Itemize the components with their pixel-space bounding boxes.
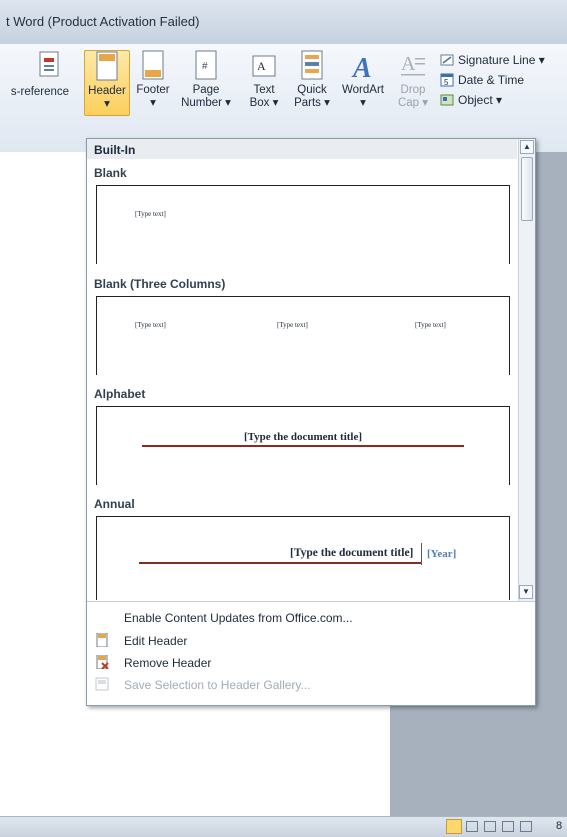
section-label: Blank (Three Columns)	[94, 277, 226, 291]
gallery-scrollbar[interactable]: ▲	[518, 139, 535, 601]
text-box-label-2: Box ▾	[249, 97, 279, 109]
outline-view-icon[interactable]	[502, 821, 514, 832]
svg-text:A: A	[257, 59, 266, 73]
footer-label: Footer	[136, 84, 170, 96]
svg-text:5: 5	[444, 78, 449, 87]
draft-view-icon[interactable]	[520, 821, 532, 832]
edit-header-item[interactable]: Edit Header	[124, 634, 187, 648]
svg-text:A: A	[401, 53, 416, 75]
web-layout-view-icon[interactable]	[484, 821, 496, 832]
date-time-label: Date & Time	[458, 73, 525, 87]
alphabet-rule	[142, 445, 464, 447]
quick-parts-label-2: Parts ▾	[294, 97, 330, 109]
header-label: Header	[88, 85, 126, 97]
placeholder-text: [Type text]	[415, 321, 446, 329]
zoom-level[interactable]: 8	[556, 820, 562, 832]
header-arrow: ▾	[104, 98, 110, 110]
header-option-blank[interactable]: [Type text]	[96, 185, 510, 264]
wordart-icon: A	[351, 50, 375, 84]
footer-icon	[141, 50, 165, 80]
placeholder-text: [Type the document title]	[290, 547, 414, 559]
print-layout-view-icon[interactable]	[446, 819, 462, 834]
wordart-label: WordArt	[342, 84, 384, 96]
header-button[interactable]: Header ▾	[84, 50, 130, 116]
cross-reference-label: s-reference	[10, 86, 70, 98]
built-in-heading: Built-In	[87, 139, 517, 159]
save-selection-icon	[95, 677, 109, 691]
placeholder-text: [Type text]	[135, 321, 166, 329]
header-gallery-dropdown: Built-In Blank [Type text] Blank (Three …	[86, 138, 536, 706]
drop-cap-label: Drop	[400, 84, 426, 96]
calendar-icon: 5	[440, 73, 454, 87]
drop-cap-icon: A	[401, 50, 425, 80]
footer-arrow: ▾	[150, 97, 156, 109]
window-title: t Word (Product Activation Failed)	[6, 14, 200, 29]
object-icon	[440, 93, 454, 107]
text-box-icon: A	[252, 50, 276, 80]
menu-separator	[87, 601, 535, 602]
header-option-alphabet[interactable]: [Type the document title]	[96, 406, 510, 485]
title-bar: t Word (Product Activation Failed)	[0, 0, 567, 44]
ribbon: s-reference Header ▾ Footer ▾ # Page Num…	[0, 44, 567, 153]
built-in-heading-text: Built-In	[94, 143, 136, 157]
section-label: Alphabet	[94, 387, 146, 401]
signature-line-label: Signature Line ▾	[458, 53, 545, 67]
placeholder-text: [Type text]	[277, 321, 308, 329]
save-selection-item: Save Selection to Header Gallery...	[124, 678, 311, 692]
scroll-thumb[interactable]	[521, 157, 533, 221]
page-number-label: Page	[192, 84, 220, 96]
signature-line-icon	[440, 53, 454, 67]
footer-button[interactable]: Footer ▾	[132, 50, 174, 110]
page-number-label-2: Number ▾	[181, 97, 231, 109]
scroll-up-arrow-icon[interactable]: ▲	[520, 140, 534, 154]
header-option-annual[interactable]: [Type the document title] [Year]	[96, 516, 510, 600]
edit-header-icon	[95, 632, 109, 648]
svg-text:#: #	[202, 61, 208, 72]
svg-text:A: A	[351, 53, 372, 80]
drop-cap-label-2: Cap ▾	[397, 97, 429, 109]
text-box-button[interactable]: A Text Box ▾	[244, 50, 284, 110]
scroll-down-arrow-icon[interactable]: ▼	[519, 585, 533, 599]
full-screen-view-icon[interactable]	[466, 821, 478, 832]
page-number-icon: #	[194, 50, 218, 80]
insert-small-buttons: Signature Line ▾ 5 Date & Time Object ▾	[436, 52, 567, 112]
object-label: Object ▾	[458, 93, 503, 107]
cross-reference-button[interactable]: s-reference	[0, 50, 80, 99]
remove-header-item[interactable]: Remove Header	[124, 656, 211, 670]
remove-header-icon	[95, 654, 109, 670]
wordart-button[interactable]: A WordArt ▾	[338, 50, 388, 110]
signature-line-button[interactable]: Signature Line ▾	[436, 52, 567, 72]
date-time-button[interactable]: 5 Date & Time	[436, 72, 567, 92]
quick-parts-label: Quick	[297, 84, 327, 96]
object-button[interactable]: Object ▾	[436, 92, 567, 112]
section-label: Annual	[94, 497, 135, 511]
enable-content-updates-item[interactable]: Enable Content Updates from Office.com..…	[124, 611, 353, 625]
header-option-blank-three-columns[interactable]: [Type text] [Type text] [Type text]	[96, 296, 510, 375]
header-icon	[95, 51, 119, 81]
text-box-label: Text	[253, 84, 275, 96]
year-text: [Year]	[427, 548, 457, 560]
section-label: Blank	[94, 166, 127, 180]
status-bar: 8	[0, 816, 567, 837]
annual-rule	[139, 562, 421, 564]
quick-parts-icon	[300, 50, 324, 80]
cross-reference-icon	[38, 50, 62, 80]
drop-cap-button[interactable]: A Drop Cap ▾	[394, 50, 432, 110]
quick-parts-button[interactable]: Quick Parts ▾	[290, 50, 334, 110]
wordart-arrow: ▾	[360, 97, 366, 109]
placeholder-text: [Type the document title]	[243, 431, 363, 443]
annual-divider	[421, 543, 422, 565]
placeholder-text: [Type text]	[135, 210, 166, 218]
page-number-button[interactable]: # Page Number ▾	[178, 50, 234, 110]
